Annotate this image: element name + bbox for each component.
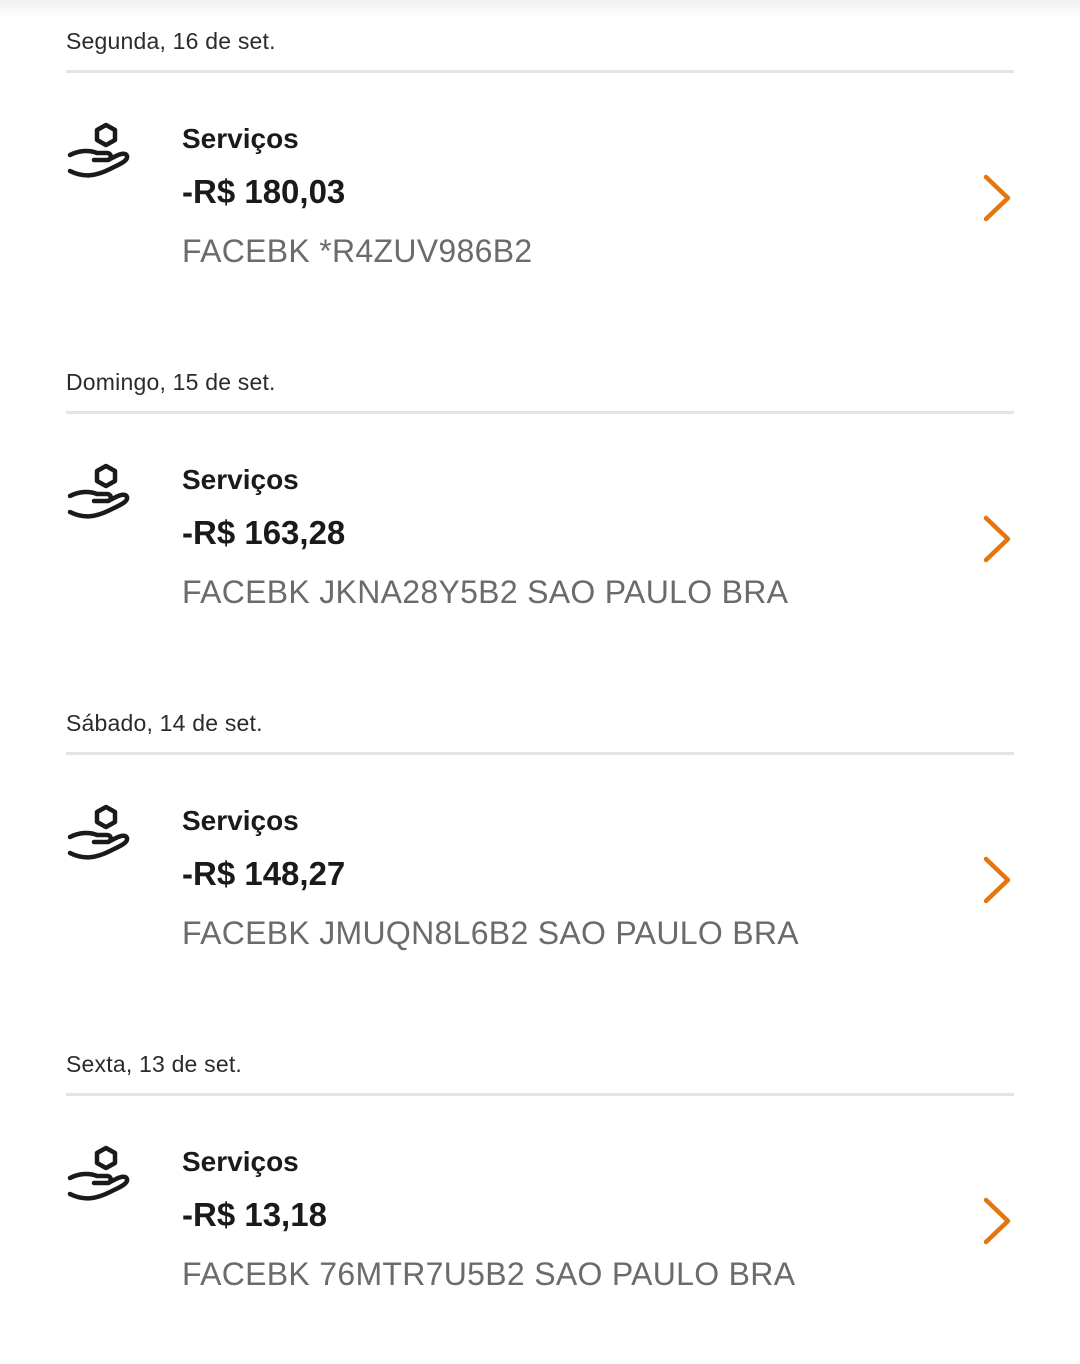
- transaction-category: Serviços: [182, 1146, 299, 1177]
- chevron-right-icon[interactable]: [978, 1196, 1014, 1246]
- date-group: Sábado, 14 de set. Serviços -R$ 148,27 F…: [0, 682, 1080, 1023]
- transaction-category: Serviços: [182, 805, 299, 836]
- transaction-merchant: FACEBK *R4ZUV986B2: [182, 233, 533, 269]
- hand-coin-icon: [67, 1145, 130, 1201]
- chevron-right-icon[interactable]: [978, 173, 1014, 223]
- chevron-right-icon[interactable]: [978, 855, 1014, 905]
- hand-coin-icon: [67, 122, 130, 178]
- date-header: Sábado, 14 de set.: [66, 710, 263, 736]
- transaction-merchant: FACEBK JKNA28Y5B2 SAO PAULO BRA: [182, 574, 789, 610]
- date-group: Segunda, 16 de set. Serviços -R$ 180,03 …: [0, 0, 1080, 341]
- transaction-row[interactable]: Serviços -R$ 163,28 FACEBK JKNA28Y5B2 SA…: [0, 414, 1080, 644]
- transaction-amount: -R$ 13,18: [182, 1196, 327, 1233]
- transaction-merchant: FACEBK 76MTR7U5B2 SAO PAULO BRA: [182, 1256, 796, 1292]
- transaction-row[interactable]: Serviços -R$ 148,27 FACEBK JMUQN8L6B2 SA…: [0, 755, 1080, 985]
- transaction-category: Serviços: [182, 123, 299, 154]
- transaction-category: Serviços: [182, 464, 299, 495]
- date-group: Domingo, 15 de set. Serviços -R$ 163,28 …: [0, 341, 1080, 682]
- hand-coin-icon: [67, 463, 130, 519]
- chevron-right-icon[interactable]: [978, 514, 1014, 564]
- hand-coin-icon: [67, 804, 130, 860]
- transaction-amount: -R$ 180,03: [182, 173, 346, 210]
- transaction-amount: -R$ 148,27: [182, 855, 346, 892]
- transaction-amount: -R$ 163,28: [182, 514, 346, 551]
- date-header: Segunda, 16 de set.: [66, 28, 276, 54]
- date-header: Domingo, 15 de set.: [66, 369, 276, 395]
- transaction-list: Segunda, 16 de set. Serviços -R$ 180,03 …: [0, 0, 1080, 1364]
- transaction-merchant: FACEBK JMUQN8L6B2 SAO PAULO BRA: [182, 915, 799, 951]
- transaction-row[interactable]: Serviços -R$ 13,18 FACEBK 76MTR7U5B2 SAO…: [0, 1096, 1080, 1326]
- transaction-row[interactable]: Serviços -R$ 180,03 FACEBK *R4ZUV986B2: [0, 73, 1080, 303]
- date-header: Sexta, 13 de set.: [66, 1051, 243, 1077]
- date-group: Sexta, 13 de set. Serviços -R$ 13,18 FAC…: [0, 1023, 1080, 1364]
